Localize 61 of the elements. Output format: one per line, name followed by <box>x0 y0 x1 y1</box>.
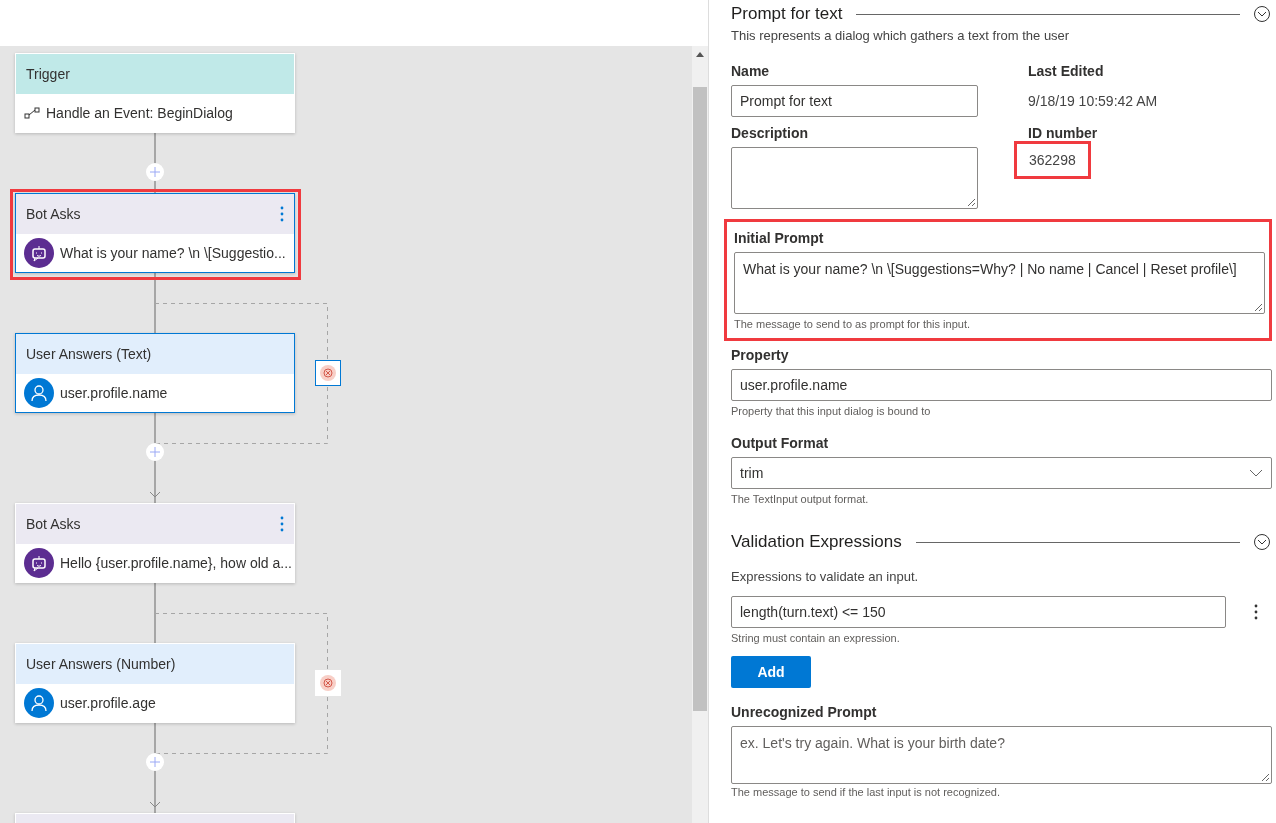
card-text: user.profile.age <box>60 695 156 711</box>
error-handler-button[interactable] <box>315 670 341 696</box>
output-format-dropdown[interactable]: trim <box>731 457 1272 489</box>
field-label: Initial Prompt <box>734 230 825 246</box>
field-label: ID number <box>1028 125 1099 141</box>
scroll-up-icon[interactable] <box>696 52 704 57</box>
section-description: Expressions to validate an input. <box>731 569 920 584</box>
connector-line <box>154 583 156 643</box>
action-card[interactable]: User Answers (Number) user.profile.age <box>15 643 295 723</box>
field-hint: The TextInput output format. <box>731 493 870 505</box>
card-text: What is your name? \n \[Suggestio... <box>60 245 286 261</box>
event-icon <box>24 107 40 119</box>
user-avatar-icon <box>24 378 54 408</box>
unrecognized-prompt-field[interactable]: ex. Let's try again. What is your birth date? <box>731 726 1272 784</box>
plus-icon <box>150 757 160 767</box>
section-title: Prompt for text <box>731 4 843 24</box>
connector-line <box>154 273 156 333</box>
field-hint: The message to send to as prompt for this input. <box>734 318 971 330</box>
field-label: Unrecognized Prompt <box>731 704 878 720</box>
field-hint: The message to send if the last input is not recognized. <box>731 786 1002 798</box>
card-title: Trigger <box>26 66 70 82</box>
section-description: This represents a dialog which gathers a text from the user <box>731 28 1071 43</box>
initial-prompt-field[interactable]: What is your name? \n \[Suggestions=Why? | No name | Cancel | Reset profile\] <box>734 252 1265 314</box>
card-text: Hello {user.profile.name}, how old a... <box>60 555 292 571</box>
error-handler-button[interactable] <box>315 360 341 386</box>
resize-grip-icon[interactable] <box>1253 302 1263 312</box>
property-field[interactable]: user.profile.name <box>731 369 1272 401</box>
resize-grip-icon[interactable] <box>1260 772 1270 782</box>
field-hint: String must contain an expression. <box>731 632 901 644</box>
field-label: Description <box>731 125 809 141</box>
field-label: Output Format <box>731 435 830 451</box>
add-button[interactable]: Add <box>731 656 811 688</box>
expression-field[interactable]: length(turn.text) <= 150 <box>731 596 1226 628</box>
user-avatar-icon <box>24 688 54 718</box>
description-field[interactable] <box>731 147 978 209</box>
last-edited-value: 9/18/19 10:59:42 AM <box>1028 92 1159 111</box>
card-title: User Answers (Number) <box>26 656 176 672</box>
name-field[interactable]: Prompt for text <box>731 85 978 117</box>
chevron-down-icon <box>1249 469 1263 477</box>
resize-grip-icon[interactable] <box>966 197 976 207</box>
bot-avatar-icon <box>24 238 54 268</box>
plus-icon <box>150 447 160 457</box>
bot-avatar-icon <box>24 548 54 578</box>
field-label: Last Edited <box>1028 63 1105 79</box>
card-title: Bot Asks <box>26 206 81 222</box>
action-card[interactable]: User Answers (Text) user.profile.name <box>15 333 295 413</box>
card-title: Bot Asks <box>26 516 81 532</box>
action-card[interactable]: Bot Asks What is your name? \n \[Suggestio... <box>15 193 295 273</box>
field-label: Name <box>731 63 771 79</box>
card-text: Handle an Event: BeginDialog <box>46 105 233 121</box>
field-hint: Property that this input dialog is bound to <box>731 405 932 417</box>
card-text: user.profile.name <box>60 385 168 401</box>
action-card[interactable]: Bot Asks Hello {user.profile.name}, how old a... <box>15 503 295 583</box>
section-title: Validation Expressions <box>731 532 902 552</box>
field-label: Property <box>731 347 790 363</box>
scrollbar-thumb[interactable] <box>693 87 707 711</box>
card-title: User Answers (Text) <box>26 346 152 362</box>
plus-icon <box>150 167 160 177</box>
more-icon[interactable] <box>1254 604 1258 620</box>
id-number-value: 362298 <box>1014 141 1091 179</box>
action-card[interactable]: Trigger Handle an Event: BeginDialog <box>15 53 295 133</box>
